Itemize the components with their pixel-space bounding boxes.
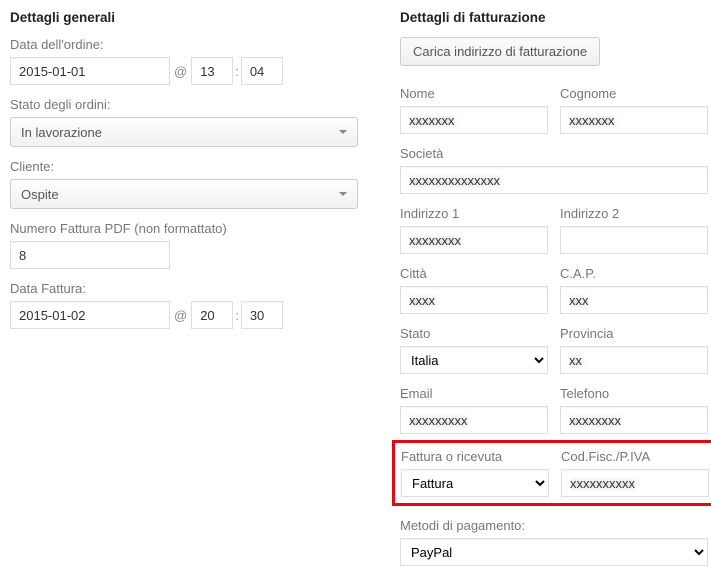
postcode-label: C.A.P. <box>560 266 708 281</box>
invoice-date-label: Data Fattura: <box>10 281 370 296</box>
phone-input[interactable] <box>560 406 708 434</box>
status-label: Stato degli ordini: <box>10 97 370 112</box>
billing-heading: Dettagli di fatturazione <box>400 10 710 25</box>
address1-input[interactable] <box>400 226 548 254</box>
payment-method-label: Metodi di pagamento: <box>400 518 708 533</box>
order-min-input[interactable] <box>241 57 283 85</box>
lastname-input[interactable] <box>560 106 708 134</box>
address2-label: Indirizzo 2 <box>560 206 708 221</box>
province-label: Provincia <box>560 326 708 341</box>
state-select[interactable]: Italia <box>400 346 548 374</box>
customer-label: Cliente: <box>10 159 370 174</box>
email-input[interactable] <box>400 406 548 434</box>
fiscal-code-label: Cod.Fisc./P.IVA <box>561 449 709 464</box>
postcode-input[interactable] <box>560 286 708 314</box>
lastname-label: Cognome <box>560 86 708 101</box>
address1-label: Indirizzo 1 <box>400 206 548 221</box>
fiscal-code-input[interactable] <box>561 469 709 497</box>
phone-label: Telefono <box>560 386 708 401</box>
invoice-or-receipt-label: Fattura o ricevuta <box>401 449 549 464</box>
province-input[interactable] <box>560 346 708 374</box>
firstname-input[interactable] <box>400 106 548 134</box>
order-date-label: Data dell'ordine: <box>10 37 370 52</box>
time-colon: : <box>235 64 239 79</box>
time-colon-2: : <box>235 308 239 323</box>
payment-method-select[interactable]: PayPal <box>400 538 708 566</box>
order-status-value: In lavorazione <box>21 125 102 140</box>
invoice-date-input[interactable] <box>10 301 170 329</box>
at-symbol-2: @ <box>174 308 187 323</box>
invoice-or-receipt-select[interactable]: Fattura <box>401 469 549 497</box>
firstname-label: Nome <box>400 86 548 101</box>
customer-value: Ospite <box>21 187 59 202</box>
invoice-hour-input[interactable] <box>191 301 233 329</box>
email-label: Email <box>400 386 548 401</box>
order-hour-input[interactable] <box>191 57 233 85</box>
customer-select[interactable]: Ospite <box>10 179 358 209</box>
at-symbol: @ <box>174 64 187 79</box>
address2-input[interactable] <box>560 226 708 254</box>
invoice-number-input[interactable] <box>10 241 170 269</box>
city-input[interactable] <box>400 286 548 314</box>
company-input[interactable] <box>400 166 708 194</box>
invoice-min-input[interactable] <box>241 301 283 329</box>
highlight-box: Fattura o ricevuta Fattura Cod.Fisc./P.I… <box>392 440 711 506</box>
invoice-number-label: Numero Fattura PDF (non formattato) <box>10 221 370 236</box>
state-label: Stato <box>400 326 548 341</box>
general-heading: Dettagli generali <box>10 10 370 25</box>
load-billing-address-button[interactable]: Carica indirizzo di fatturazione <box>400 37 600 66</box>
order-status-select[interactable]: In lavorazione <box>10 117 358 147</box>
city-label: Città <box>400 266 548 281</box>
company-label: Società <box>400 146 708 161</box>
order-date-input[interactable] <box>10 57 170 85</box>
